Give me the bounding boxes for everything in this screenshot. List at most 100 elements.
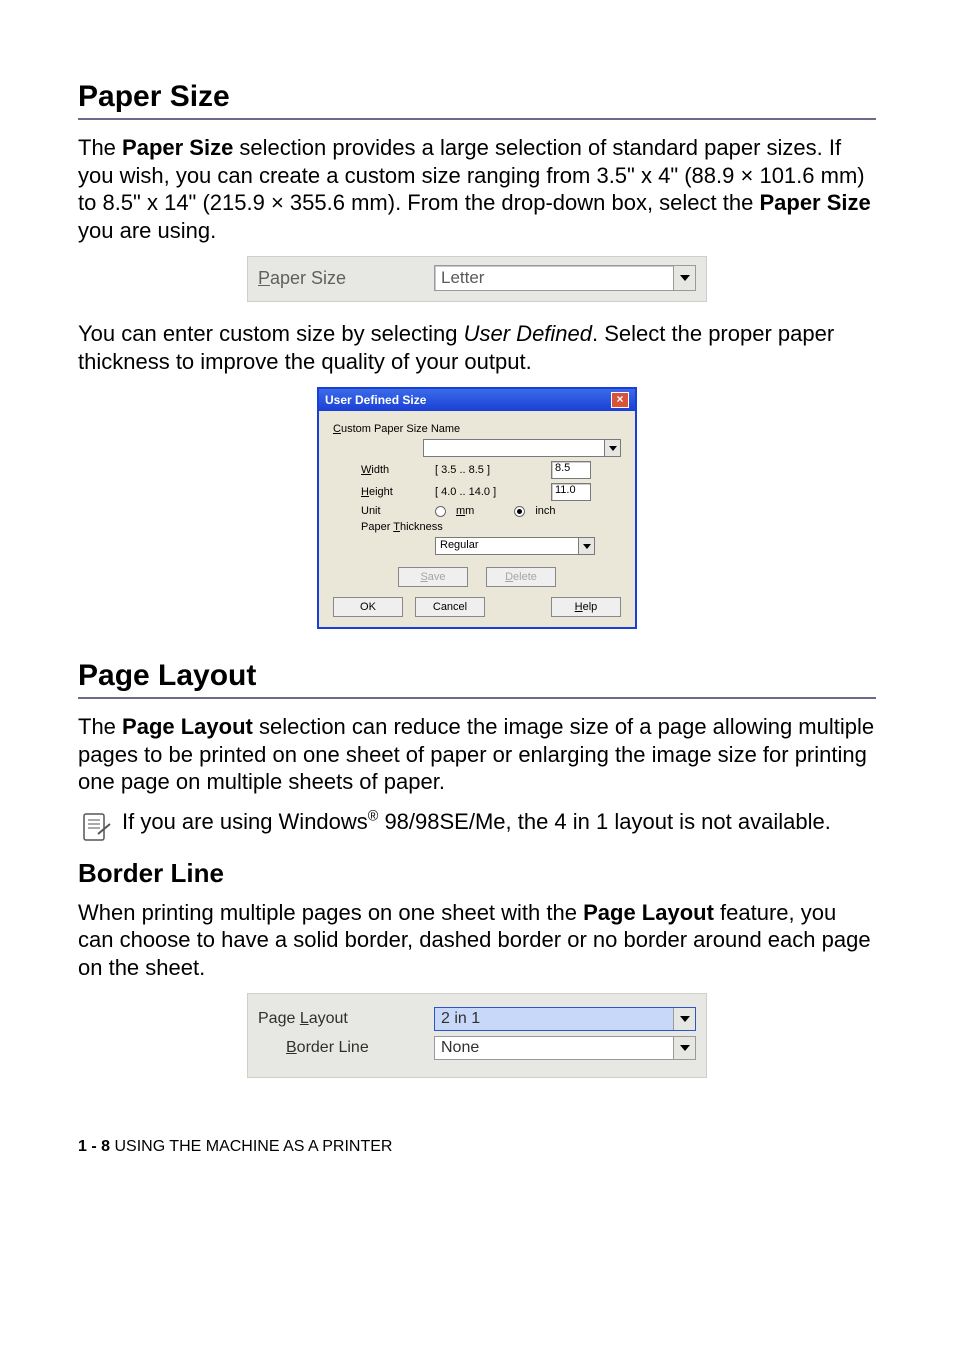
border-line-dropdown-value: None [435,1037,673,1059]
paper-size-dropdown-button[interactable] [673,266,695,290]
unit-inch-label: inch [535,505,555,517]
paper-size-paragraph-2: You can enter custom size by selecting U… [78,320,876,375]
user-defined-size-dialog-figure: User Defined Size × Custom Paper Size Na… [317,387,637,629]
text: ave [428,571,446,583]
save-button[interactable]: Save [398,567,468,587]
mnemonic: H [575,601,583,613]
registered-mark: ® [368,808,379,824]
text-bold: Page Layout [583,900,714,925]
page-layout-fields: Page Layout 2 in 1 Border Line None [247,993,707,1078]
mnemonic: T [393,521,400,533]
heading-page-layout: Page Layout [78,659,876,693]
paper-thickness-dropdown-button[interactable] [578,538,594,554]
chapter-title: USING THE MACHINE AS A PRINTER [110,1138,392,1155]
dialog-titlebar: User Defined Size × [319,389,635,411]
paper-thickness-dropdown[interactable]: Regular [435,537,595,555]
paper-size-label: Paper Size [258,268,434,289]
text: If you are using Windows [122,809,368,834]
mnemonic: D [505,571,513,583]
width-range: [ 3.5 .. 8.5 ] [435,464,551,476]
unit-mm-label: mm [456,505,474,517]
text: The [78,135,122,160]
note-text: If you are using Windows® 98/98SE/Me, th… [122,808,831,836]
dialog-title: User Defined Size [325,393,426,407]
text-bold: Page Layout [122,714,253,739]
page-number: 1 - 8 [78,1138,110,1155]
section-rule [78,118,876,120]
mnemonic: C [333,423,341,435]
paper-size-field-row: Paper Size Letter [247,256,707,302]
section-rule [78,697,876,699]
text: you are using. [78,218,216,243]
heading-paper-size: Paper Size [78,80,876,114]
custom-name-dropdown[interactable] [423,439,621,457]
mnemonic: P [258,268,270,288]
text: Page [258,1010,300,1027]
mnemonic: S [420,571,427,583]
paper-size-dropdown[interactable]: Letter [434,265,696,291]
border-line-dropdown[interactable]: None [434,1036,696,1060]
mnemonic: L [300,1010,309,1027]
height-label: Height [361,486,435,498]
mnemonic: m [456,505,465,517]
page-layout-dropdown-button[interactable] [673,1008,695,1030]
custom-name-label: Custom Paper Size Name [333,423,460,435]
text-italic: User Defined [464,321,592,346]
width-input[interactable]: 8.5 [551,461,591,479]
close-button[interactable]: × [611,392,629,408]
width-label: Width [361,464,435,476]
page-footer: 1 - 8 USING THE MACHINE AS A PRINTER [78,1138,876,1156]
text: ayout [309,1010,348,1027]
page-layout-dropdown[interactable]: 2 in 1 [434,1007,696,1031]
text: 98/98SE/Me, the 4 in 1 layout is not ava… [378,809,831,834]
note: If you are using Windows® 98/98SE/Me, th… [78,808,876,846]
height-input[interactable]: 11.0 [551,483,591,501]
user-defined-size-dialog: User Defined Size × Custom Paper Size Na… [317,387,637,629]
paper-size-dropdown-value: Letter [435,266,673,290]
text: eight [369,486,393,498]
chevron-down-icon [609,446,617,451]
text: elp [583,601,598,613]
paper-thickness-value: Regular [436,538,578,554]
unit-label: Unit [361,505,435,517]
heading-border-line: Border Line [78,858,876,889]
text-bold: Paper Size [759,190,870,215]
paper-size-paragraph-1: The Paper Size selection provides a larg… [78,134,876,244]
ok-button[interactable]: OK [333,597,403,617]
mnemonic: H [361,486,369,498]
text: m [465,505,474,517]
unit-inch-radio[interactable]: inch [514,505,555,517]
mnemonic: B [286,1039,297,1056]
text: idth [371,464,389,476]
chevron-down-icon [583,544,591,549]
text: When printing multiple pages on one shee… [78,900,583,925]
custom-name-value [424,440,604,456]
border-line-paragraph: When printing multiple pages on one shee… [78,899,876,982]
radio-icon [435,506,446,517]
page-layout-paragraph-1: The Page Layout selection can reduce the… [78,713,876,796]
border-line-label: Border Line [258,1039,434,1057]
note-icon [78,810,114,846]
text: hickness [400,521,443,533]
cancel-button[interactable]: Cancel [415,597,485,617]
chevron-down-icon [680,275,690,281]
page-layout-label: Page Layout [258,1010,434,1028]
paper-thickness-label: Paper Thickness [361,521,443,533]
delete-button[interactable]: Delete [486,567,556,587]
text: ustom Paper Size Name [341,423,460,435]
text: You can enter custom size by selecting [78,321,464,346]
chevron-down-icon [680,1016,690,1022]
unit-mm-radio[interactable]: mm [435,505,474,517]
text: elete [513,571,537,583]
help-button[interactable]: Help [551,597,621,617]
radio-icon [514,506,525,517]
border-line-dropdown-button[interactable] [673,1037,695,1059]
page-layout-dropdown-value: 2 in 1 [435,1008,673,1030]
chevron-down-icon [680,1045,690,1051]
text: The [78,714,122,739]
text: aper Size [270,268,346,288]
text: order Line [297,1039,369,1056]
text: Paper [361,521,393,533]
custom-name-dropdown-button[interactable] [604,440,620,456]
height-range: [ 4.0 .. 14.0 ] [435,486,551,498]
